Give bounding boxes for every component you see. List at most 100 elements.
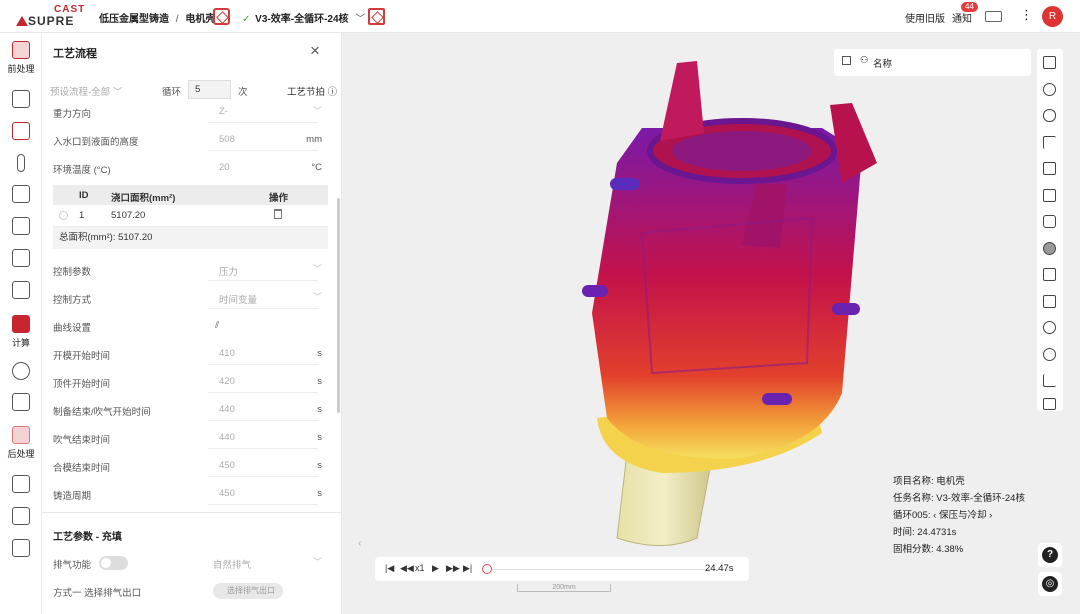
breadcrumb-item-process[interactable]: 低压金属型铸造 <box>99 14 169 25</box>
panel-title: 工艺流程 <box>53 48 97 60</box>
shape-icon[interactable] <box>1043 83 1056 96</box>
progress-knob[interactable] <box>482 564 492 574</box>
name-label: 名称 <box>873 59 893 70</box>
nav-item-monitor[interactable] <box>0 393 42 411</box>
gate-table: ID 浇口面积(mm²) 操作 1 5107.20 总面积(mm²): 5107… <box>53 185 328 249</box>
chart-axis-icon[interactable] <box>1043 374 1056 387</box>
close-icon[interactable]: × <box>310 41 320 61</box>
field-blow-end[interactable]: 吹气结束时间 440 s <box>53 428 328 448</box>
nav-item-geometry[interactable] <box>0 90 42 108</box>
notify-button[interactable]: 通知 <box>952 10 972 25</box>
color-map-icon[interactable] <box>1043 242 1056 255</box>
compute-icon <box>12 315 30 333</box>
playback-time: 24.47s <box>705 563 734 574</box>
skip-end-icon[interactable]: ▶| <box>463 563 472 574</box>
field-cast-cycle[interactable]: 铸造周期 450 s <box>53 484 328 504</box>
fit-view-icon[interactable] <box>1043 56 1056 69</box>
nav-item-compute[interactable]: 计算 <box>0 315 42 349</box>
field-ambient-temp[interactable]: 环境温度 (°C) 20 °C <box>53 158 328 178</box>
next-stage-button[interactable]: › <box>989 510 992 521</box>
nav-item-sliders[interactable] <box>0 281 42 299</box>
section-plane-icon[interactable] <box>1043 268 1056 281</box>
3d-viewport[interactable]: ⚇ 名称 项目名称: 电机壳 任务名称: V3-效率-全循环-24核 循环005… <box>342 33 1080 614</box>
chevron-down-icon: ﹀ <box>312 557 322 567</box>
monitor-icon <box>12 393 30 411</box>
play-icon[interactable]: ▶ <box>432 563 439 574</box>
breadcrumb: 低压金属型铸造 / 电机壳 <box>99 10 219 25</box>
table-total: 总面积(mm²): 5107.20 <box>53 227 328 249</box>
field-mold-open-start[interactable]: 开模开始时间 410 s <box>53 344 328 364</box>
nav-item-cloud[interactable] <box>0 362 42 380</box>
expand-icon[interactable] <box>842 56 851 65</box>
field-curve-setting[interactable]: 曲线设置 ⫽ <box>53 316 328 336</box>
field-control-param[interactable]: 控制参数 压力 ﹀ <box>53 260 328 280</box>
logo-bottom-text: SUPRE <box>28 14 75 28</box>
nav-item-preprocess[interactable]: 前处理 <box>0 41 42 75</box>
help-button[interactable]: ? <box>1038 543 1062 567</box>
pdf-icon <box>12 539 30 557</box>
fast-forward-icon[interactable]: ▶▶ <box>446 563 460 574</box>
vent-toggle[interactable] <box>99 556 128 570</box>
field-control-method[interactable]: 控制方式 时间变量 ﹀ <box>53 288 328 308</box>
logo[interactable]: CAST SUPRE <box>16 4 86 28</box>
panel-scrollbar[interactable] <box>337 198 340 413</box>
beat-label[interactable]: 工艺节拍 ⓘ <box>287 84 337 98</box>
cycle-input[interactable]: 5 <box>188 80 231 99</box>
preset-select[interactable]: 预设流程-全部 ﹀ <box>50 84 122 98</box>
language-icon[interactable] <box>985 11 1002 22</box>
task-list-icon[interactable] <box>368 8 385 25</box>
nav-item-mesh[interactable] <box>0 122 42 140</box>
nav-item-material[interactable] <box>0 217 42 235</box>
speed-label[interactable]: x1 <box>415 563 425 573</box>
nav-item-postprocess[interactable]: 后处理 <box>0 426 42 460</box>
headset-icon: ◎ <box>1042 576 1058 592</box>
chevron-down-icon: ﹀ <box>312 106 322 116</box>
split-view-icon[interactable] <box>1043 398 1056 410</box>
nav-item-play[interactable] <box>0 507 42 525</box>
table-row[interactable]: 1 5107.20 <box>53 205 328 227</box>
skip-start-icon[interactable]: |◀ <box>385 563 394 574</box>
model-cube-icon[interactable] <box>213 8 230 25</box>
select-vent-outlet-button[interactable]: 选择排气出口 <box>213 583 283 599</box>
chart-line-icon[interactable]: ⫽ <box>215 320 219 331</box>
nav-item-transfer[interactable] <box>0 249 42 267</box>
rewind-icon[interactable]: ◀◀ <box>400 563 414 574</box>
field-inlet-height[interactable]: 入水口到液面的高度 508 mm <box>53 130 328 150</box>
collapse-left-icon[interactable]: ‹ <box>358 538 361 549</box>
playback-bar: |◀ ◀◀ x1 ▶ ▶▶ ▶| 24.47s <box>375 557 749 581</box>
copy-icon[interactable] <box>1043 162 1056 175</box>
cycle-label: 循环 <box>162 87 182 98</box>
cloud-icon <box>12 362 30 380</box>
axis-icon[interactable] <box>1043 136 1056 149</box>
target-icon[interactable] <box>1043 321 1056 334</box>
info-stage: 保压与冷却 <box>938 510 987 521</box>
cube-outline-icon[interactable] <box>1043 215 1056 228</box>
camera-icon[interactable] <box>1043 189 1056 202</box>
task-title: V3-效率-全循环-24核 <box>255 14 349 25</box>
feedback-button[interactable]: ◎ <box>1038 572 1062 596</box>
geometry-icon <box>12 90 30 108</box>
document-icon <box>12 185 30 203</box>
row-radio[interactable] <box>59 211 68 220</box>
spiral-icon[interactable] <box>1043 348 1056 361</box>
field-prep-end[interactable]: 制备结束/吹气开始时间 440 s <box>53 400 328 420</box>
field-eject-start[interactable]: 顶件开始时间 420 s <box>53 372 328 392</box>
avatar[interactable]: R <box>1042 6 1063 27</box>
nav-item-temperature[interactable] <box>0 154 42 172</box>
nav-item-document[interactable] <box>0 185 42 203</box>
use-old-version-link[interactable]: 使用旧版 <box>905 10 945 25</box>
trash-icon[interactable] <box>274 209 282 219</box>
info-cycle: 循环005: ‹ 保压与冷却 › <box>893 510 993 521</box>
link-icon[interactable] <box>1043 109 1056 122</box>
clip-icon[interactable] <box>1043 295 1056 308</box>
field-gravity[interactable]: 重力方向 Z- ﹀ <box>53 102 328 122</box>
task-selector[interactable]: ✓ V3-效率-全循环-24核 ﹀ <box>242 10 365 25</box>
field-close-end[interactable]: 合模结束时间 450 s <box>53 456 328 476</box>
chevron-down-icon: ﹀ <box>312 264 322 274</box>
progress-track[interactable] <box>487 569 729 570</box>
info-time: 时间: 24.4731s <box>893 527 957 538</box>
more-vertical-icon[interactable]: ⋮ <box>1020 7 1033 23</box>
nav-item-pdf[interactable] <box>0 539 42 557</box>
breadcrumb-item-project[interactable]: 电机壳 <box>185 14 215 25</box>
nav-item-cube[interactable] <box>0 475 42 493</box>
